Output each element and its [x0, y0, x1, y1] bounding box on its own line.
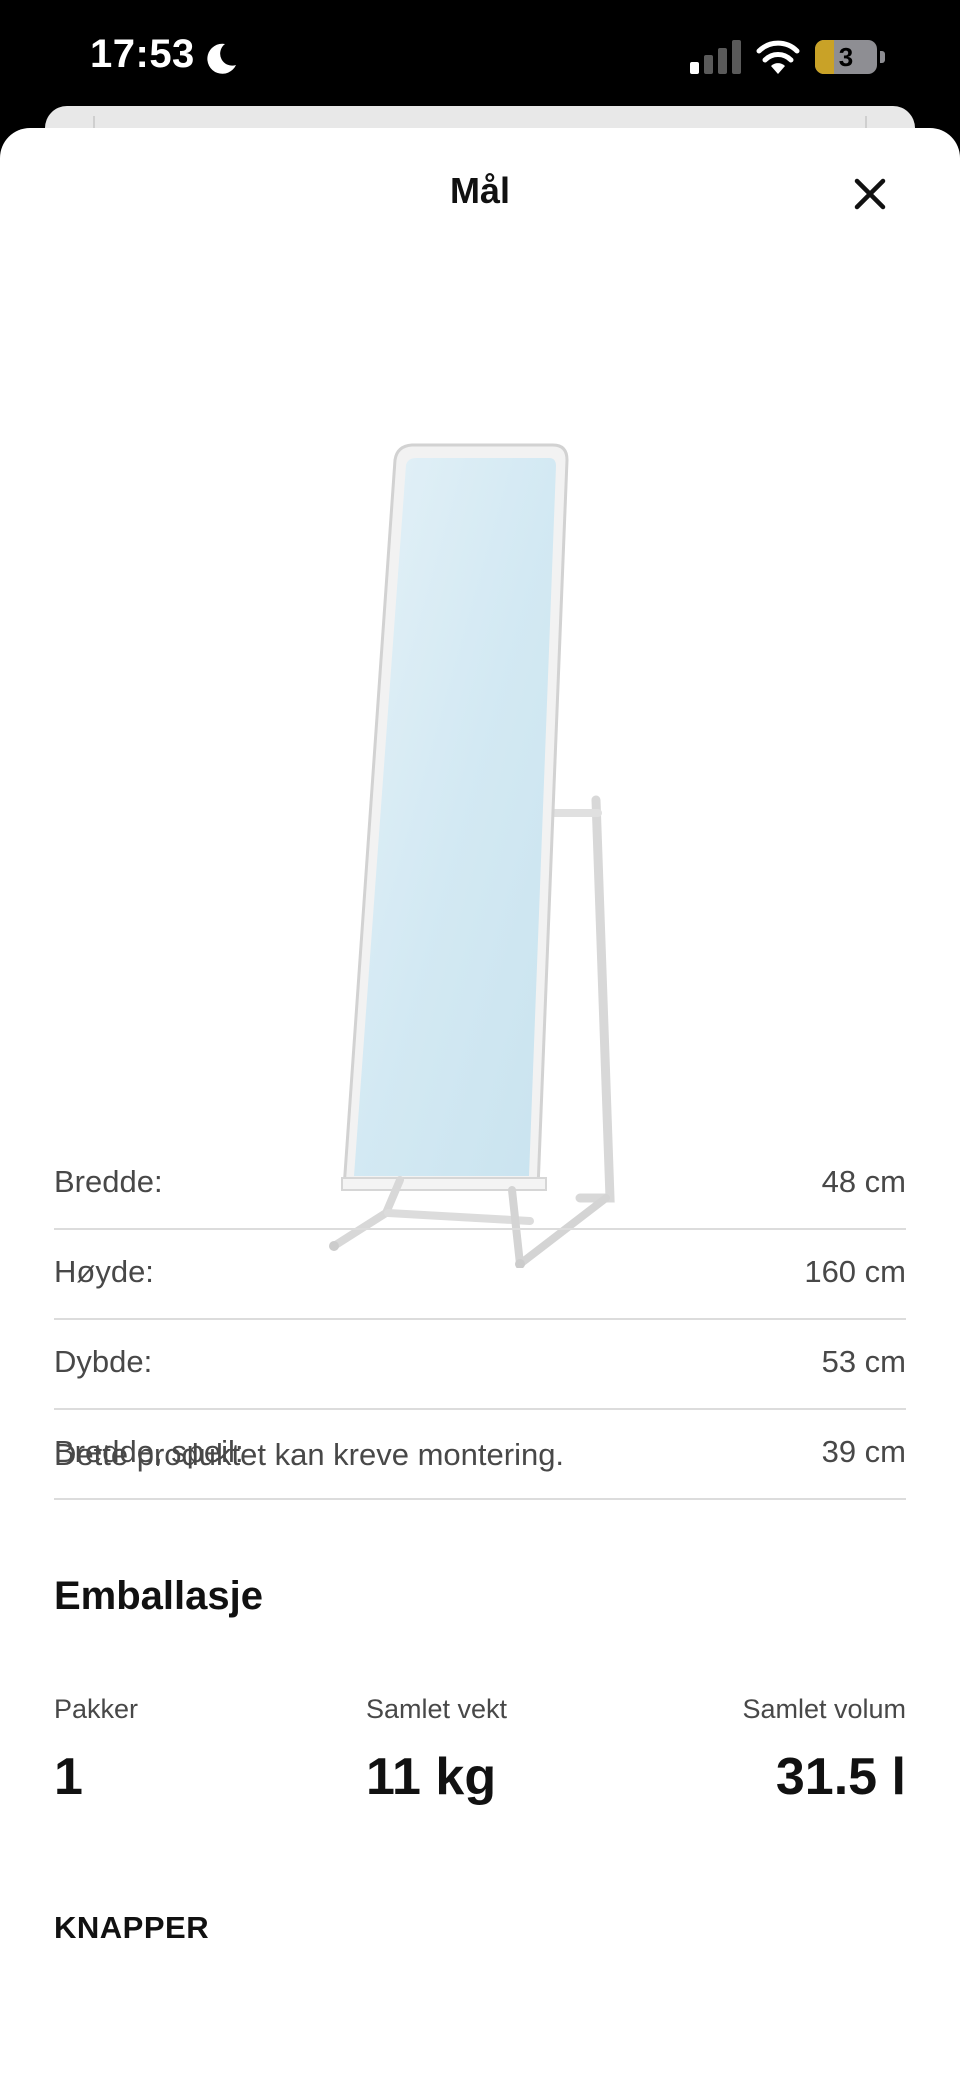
- total-weight-value: 11 kg: [366, 1748, 497, 1806]
- wifi-icon: [756, 40, 800, 74]
- dimension-row: Dybde: 53 cm: [54, 1320, 906, 1410]
- battery-indicator: 3: [815, 40, 887, 74]
- dimension-row: Bredde: 48 cm: [54, 1140, 906, 1230]
- dimension-value: 39 cm: [821, 1434, 906, 1469]
- close-button[interactable]: [842, 166, 898, 222]
- dimension-value: 48 cm: [821, 1164, 906, 1199]
- total-volume-stat: Samlet volum 31.5 l: [742, 1694, 906, 1803]
- sheet-header: Mål: [0, 128, 960, 258]
- standing-mirror-image: [329, 443, 615, 1268]
- total-weight-label: Samlet vekt: [366, 1694, 508, 1724]
- packages-label: Pakker: [54, 1694, 139, 1724]
- packages-value: 1: [54, 1748, 83, 1806]
- dimension-row: Høyde: 160 cm: [54, 1230, 906, 1320]
- dimension-label: Høyde:: [54, 1254, 154, 1289]
- packages-stat: Pakker 1: [54, 1694, 138, 1803]
- total-weight-stat: Samlet vekt 11 kg: [366, 1694, 507, 1803]
- battery-cap: [880, 51, 885, 63]
- total-volume-label: Samlet volum: [742, 1694, 906, 1724]
- status-time: 17:53: [90, 32, 195, 76]
- product-name: KNAPPER: [54, 1910, 210, 1945]
- moon-icon: [207, 43, 236, 74]
- total-volume-value: 31.5 l: [775, 1748, 906, 1806]
- dimension-label: Bredde:: [54, 1164, 163, 1199]
- assembly-note: Dette produktet kan kreve montering.: [54, 1437, 565, 1472]
- cellular-signal-icon: [690, 40, 741, 74]
- dimension-label: Dybde:: [54, 1344, 153, 1379]
- dimension-value: 53 cm: [821, 1344, 906, 1379]
- packaging-heading: Emballasje: [54, 1574, 264, 1618]
- battery-level: 3: [838, 42, 854, 72]
- dimension-value: 160 cm: [804, 1254, 906, 1289]
- sheet-title: Mål: [449, 170, 510, 211]
- close-icon: [854, 178, 886, 210]
- battery-body: 3: [815, 40, 877, 74]
- status-bar: 17:53 3: [0, 0, 960, 110]
